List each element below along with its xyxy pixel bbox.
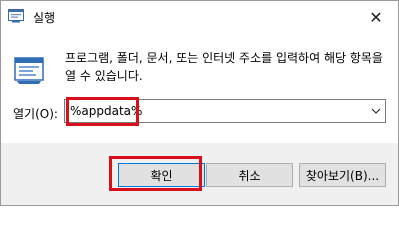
dropdown-button[interactable] — [367, 100, 385, 122]
window-title: 실행 — [33, 11, 56, 25]
open-input[interactable]: %appdata% — [70, 104, 142, 118]
run-app-icon — [8, 9, 24, 23]
dialog-description: 프로그램, 폴더, 문서, 또는 인터넷 주소를 입력하여 해당 항목을 열 수… — [65, 51, 383, 83]
run-program-icon — [14, 57, 44, 84]
close-button[interactable]: ✕ — [354, 1, 398, 33]
run-dialog: 실행 ✕ 프로그램, 폴더, 문서, 또는 인터넷 주소를 입력하여 해당 항목… — [0, 0, 399, 206]
cancel-button[interactable]: 취소 — [206, 163, 293, 187]
title-bar: 실행 ✕ — [1, 1, 398, 33]
browse-button[interactable]: 찾아보기(B)... — [299, 163, 386, 187]
open-label: 열기(O): — [13, 107, 58, 121]
close-icon: ✕ — [369, 7, 383, 27]
open-combobox[interactable]: %appdata% — [64, 99, 386, 123]
chevron-down-icon — [371, 108, 381, 114]
ok-button[interactable]: 확인 — [118, 163, 205, 187]
